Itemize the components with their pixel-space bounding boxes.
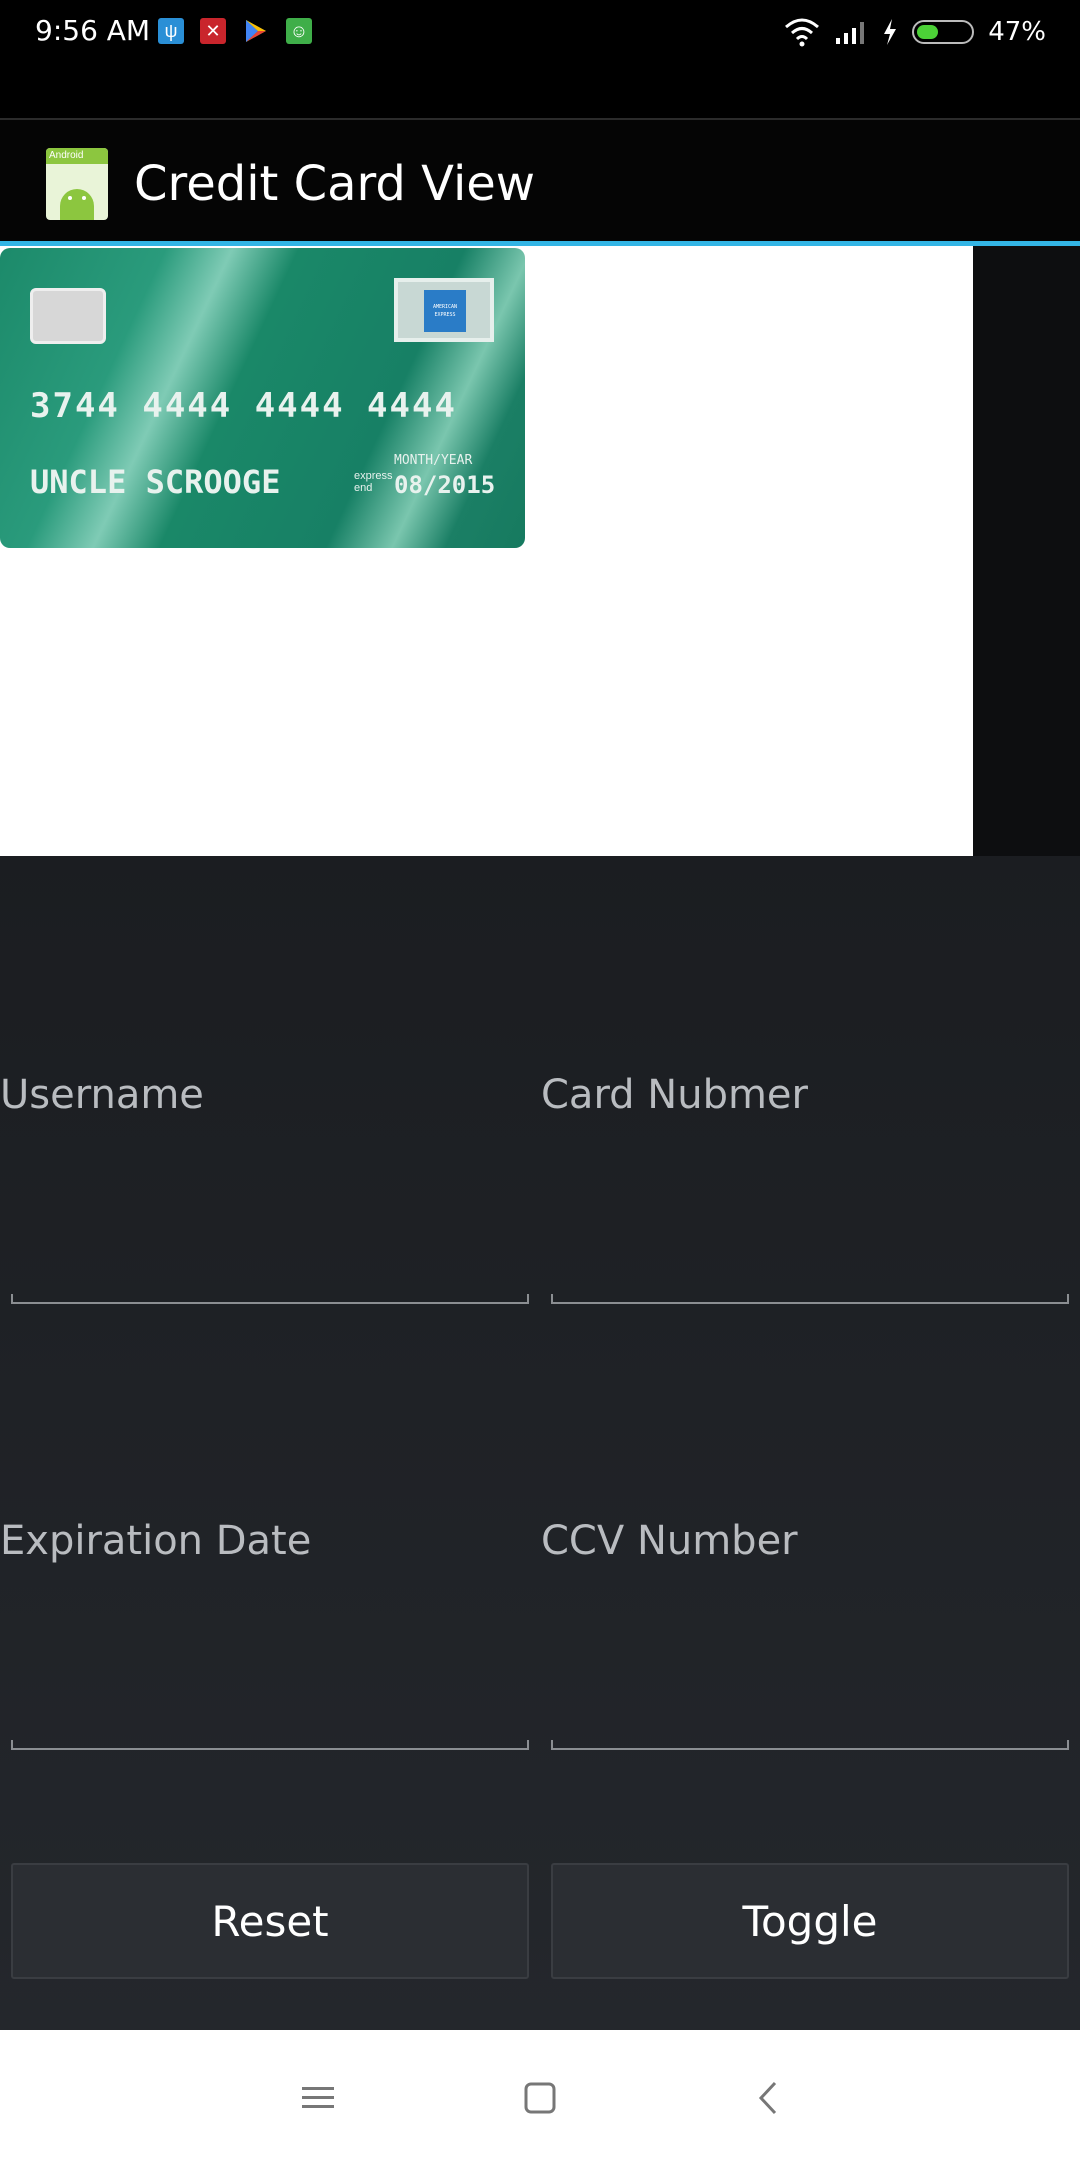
- username-label: Username: [0, 1072, 204, 1118]
- app-icon-band: Android: [46, 148, 108, 164]
- charging-icon: [884, 19, 897, 45]
- card-chip-icon: [30, 288, 106, 344]
- expiry-prefix-line2: end: [354, 482, 373, 494]
- card-preview-area: AMERICAN EXPRESS 3744 4444 4444 4444 UNC…: [0, 246, 973, 856]
- expiry-label: MONTH/YEAR: [394, 453, 473, 468]
- status-time: 9:56 AM: [35, 14, 151, 47]
- card-number-input[interactable]: [551, 1294, 1069, 1304]
- credit-card-view[interactable]: AMERICAN EXPRESS 3744 4444 4444 4444 UNC…: [0, 248, 525, 548]
- reset-button[interactable]: Reset: [11, 1863, 529, 1979]
- status-indicators: 47%: [784, 14, 1046, 50]
- toggle-button[interactable]: Toggle: [551, 1863, 1069, 1979]
- menu-icon[interactable]: [288, 2068, 348, 2128]
- back-icon[interactable]: [738, 2068, 798, 2128]
- amex-logo-text: AMERICAN EXPRESS: [424, 290, 466, 332]
- ccv-number-label: CCV Number: [541, 1518, 798, 1564]
- expiry-prefix: express end: [354, 470, 393, 494]
- battery-percent: 47%: [988, 17, 1046, 47]
- play-store-icon: [242, 18, 268, 44]
- home-icon[interactable]: [510, 2068, 570, 2128]
- expiry-prefix-line1: express: [354, 470, 393, 482]
- app-title: Credit Card View: [134, 156, 536, 212]
- ccv-number-input[interactable]: [551, 1740, 1069, 1750]
- app-notification-icon: ✕: [200, 18, 226, 44]
- main-content: AMERICAN EXPRESS 3744 4444 4444 4444 UNC…: [0, 246, 1080, 2030]
- card-number-display: 3744 4444 4444 4444: [30, 386, 457, 426]
- wifi-icon: [785, 18, 820, 47]
- status-bar: 9:56 AM ψ ✕ ☺ 47%: [0, 0, 1080, 118]
- expiry-value: 08/2015: [394, 471, 496, 499]
- expiration-date-label: Expiration Date: [0, 1518, 312, 1564]
- signal-icon: [836, 22, 865, 44]
- battery-icon: [912, 20, 975, 44]
- card-number-label: Card Nubmer: [541, 1072, 808, 1118]
- navigation-bar: [0, 2030, 1080, 2160]
- android-app-icon: Android: [46, 148, 108, 220]
- username-input[interactable]: [11, 1294, 529, 1304]
- side-strip: [973, 246, 1080, 856]
- android-debug-icon: ☺: [286, 18, 312, 44]
- expiration-date-input[interactable]: [11, 1740, 529, 1750]
- screen: 9:56 AM ψ ✕ ☺ 47% Android Credit Card Vi…: [0, 0, 1080, 2160]
- battery-level: [917, 25, 939, 39]
- cardholder-name: UNCLE SCROOGE: [30, 463, 281, 501]
- amex-logo-icon: AMERICAN EXPRESS: [394, 278, 494, 342]
- action-bar: Android Credit Card View: [0, 118, 1080, 246]
- usb-icon: ψ: [158, 18, 184, 44]
